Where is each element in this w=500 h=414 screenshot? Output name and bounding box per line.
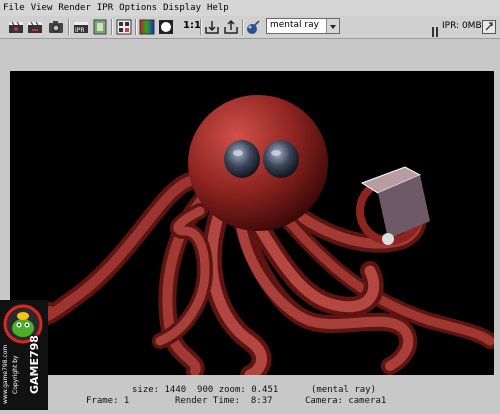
menu-display[interactable]: Display bbox=[160, 0, 204, 16]
toolbar-separator bbox=[135, 19, 137, 35]
remove-image-icon[interactable] bbox=[223, 19, 239, 35]
close-ipr-icon[interactable] bbox=[482, 19, 496, 34]
rendered-image bbox=[10, 71, 494, 375]
watermark-brand: GAME798 bbox=[28, 335, 41, 394]
octopus-eye-right bbox=[263, 140, 299, 178]
toolbar-separator bbox=[68, 19, 70, 35]
menu-help[interactable]: Help bbox=[204, 0, 232, 16]
color-channels-icon[interactable] bbox=[139, 19, 155, 35]
ipr-memory-label: IPR: 0MB bbox=[442, 21, 482, 31]
snapshot-icon[interactable] bbox=[48, 19, 64, 35]
alpha-channel-icon[interactable] bbox=[158, 19, 174, 35]
render-globals-icon[interactable] bbox=[245, 19, 261, 35]
redo-render-icon[interactable] bbox=[27, 19, 43, 35]
menu-file[interactable]: File bbox=[0, 0, 28, 16]
menu-bar: File View Render IPR Options Display Hel… bbox=[0, 0, 500, 17]
real-size-button[interactable]: 1:1 bbox=[183, 20, 201, 31]
toolbar-separator bbox=[111, 19, 113, 35]
toolbar: IPR 1:1 mental ray IPR: 0MB bbox=[0, 16, 500, 39]
menu-view[interactable]: View bbox=[28, 0, 56, 16]
menu-ipr[interactable]: IPR bbox=[94, 0, 116, 16]
menu-render[interactable]: Render bbox=[55, 0, 94, 16]
chevron-down-icon bbox=[326, 19, 339, 33]
watermark-site: www.game798.com bbox=[2, 344, 9, 404]
status-size-zoom: size: 1440 900 zoom: 0.451 bbox=[132, 385, 279, 395]
renderer-dropdown[interactable]: mental ray bbox=[266, 18, 340, 34]
refresh-ipr-icon[interactable] bbox=[92, 19, 108, 35]
status-renderer: (mental ray) bbox=[311, 385, 377, 395]
svg-text:IPR: IPR bbox=[75, 27, 85, 34]
status-render-time: Render Time: 8:37 bbox=[175, 396, 273, 406]
toolbar-separator bbox=[242, 19, 244, 35]
ipr-pause-icon[interactable] bbox=[432, 22, 438, 37]
render-icon[interactable] bbox=[8, 19, 24, 35]
octopus-render bbox=[37, 95, 494, 375]
status-camera: Camera: camera1 bbox=[305, 396, 387, 406]
render-viewport[interactable]: size: 1440 900 zoom: 0.451 (mental ray) … bbox=[0, 39, 500, 410]
watermark-copyright: Copyright by bbox=[12, 355, 19, 394]
region-icon[interactable] bbox=[116, 19, 132, 35]
menu-options[interactable]: Options bbox=[116, 0, 160, 16]
renderer-value: mental ray bbox=[270, 20, 319, 30]
ipr-render-icon[interactable]: IPR bbox=[73, 19, 89, 35]
status-frame: Frame: 1 bbox=[86, 396, 130, 406]
toolbar-separator bbox=[200, 19, 202, 35]
octopus-eye-left bbox=[224, 140, 260, 178]
keep-image-icon[interactable] bbox=[204, 19, 220, 35]
